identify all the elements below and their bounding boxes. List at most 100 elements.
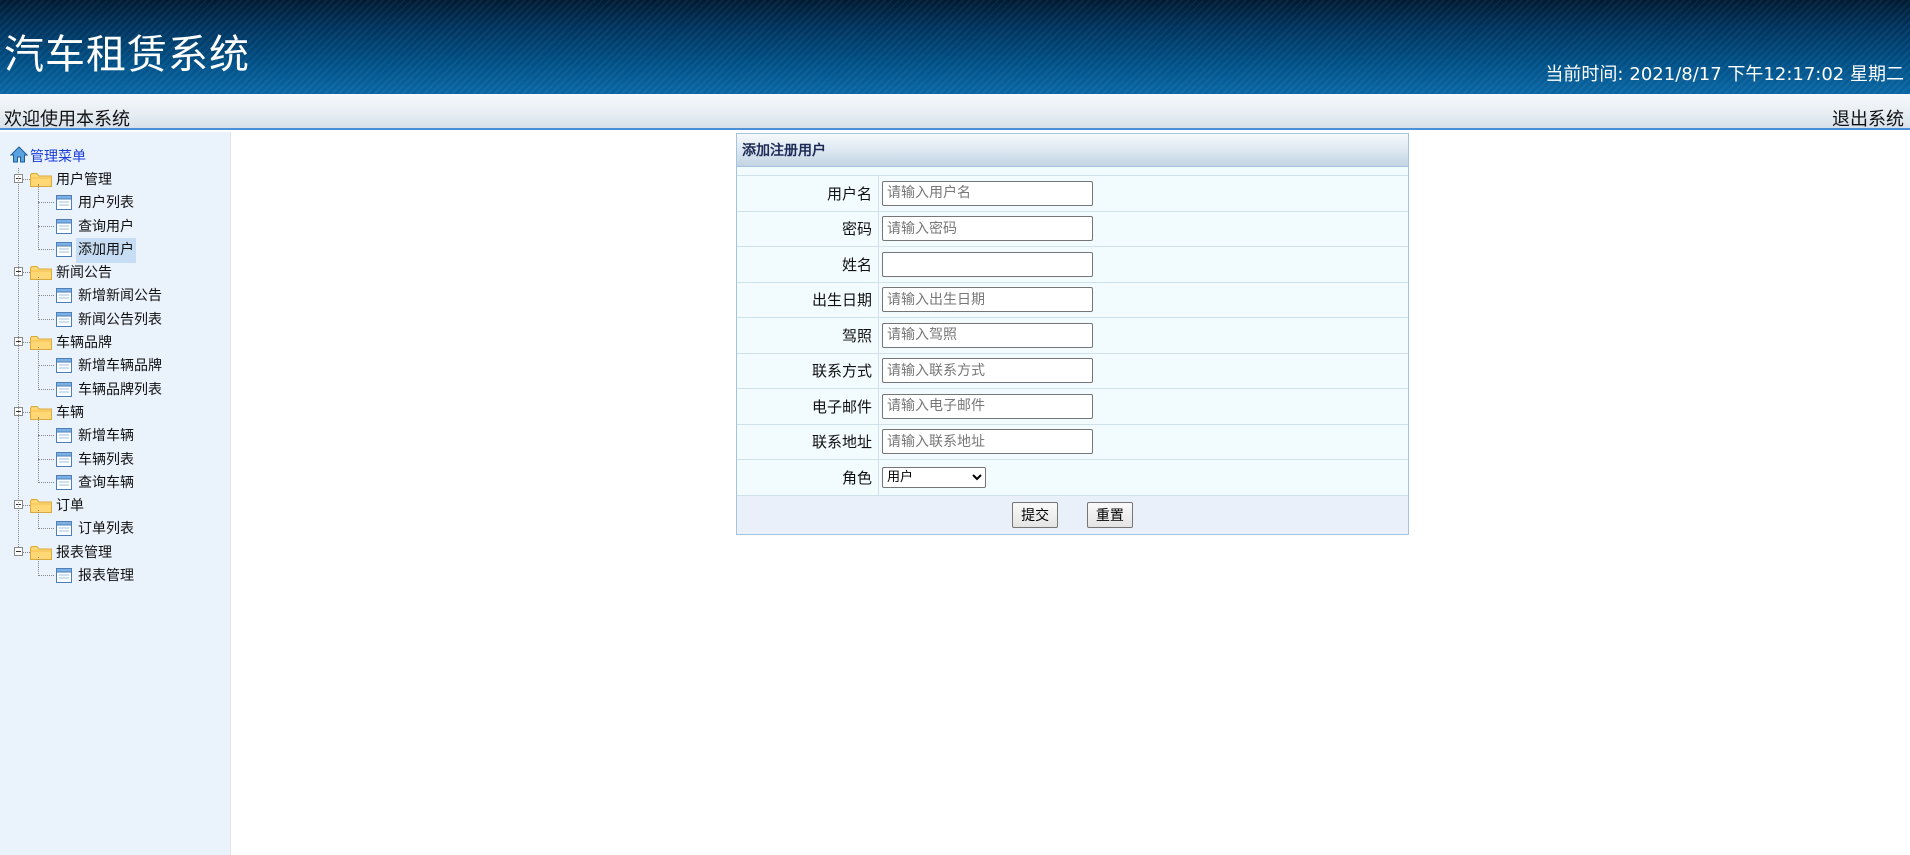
menu-item[interactable]: 添加用户 [10, 237, 136, 263]
menu-group-label: 报表管理 [56, 544, 112, 561]
tree-connector [38, 481, 54, 483]
menu-item-label: 新增新闻公告 [78, 288, 162, 305]
menu-item-label: 车辆品牌列表 [78, 381, 162, 398]
tree-connector [38, 225, 54, 227]
folder-icon [30, 499, 52, 514]
field-input[interactable] [882, 322, 1093, 348]
page-icon [56, 218, 72, 234]
field-cell [878, 388, 1408, 425]
submit-button[interactable]: 提交 [1012, 501, 1059, 528]
tree-guide [38, 184, 39, 250]
form-buttons-cell: 提交 重置 [737, 495, 1408, 534]
page-icon [56, 311, 72, 327]
menu-item[interactable]: 新增车辆 [10, 424, 134, 447]
tree-connector [38, 318, 54, 320]
menu-item[interactable]: 报表管理 [10, 564, 134, 587]
menu-root-label: 管理菜单 [30, 149, 86, 165]
tree-guide [38, 347, 39, 390]
form-row: 出生日期 [737, 282, 1408, 318]
menu-group-label: 车辆品牌 [56, 335, 112, 352]
tree-connector [38, 202, 54, 204]
page-icon [56, 358, 72, 374]
menu-item[interactable]: 新增新闻公告 [10, 284, 162, 307]
form-buttons-row: 提交 重置 [737, 495, 1408, 534]
menu-group-title[interactable]: 报表管理 [10, 541, 112, 564]
field-input[interactable] [882, 251, 1093, 277]
field-label: 联系地址 [737, 424, 879, 460]
role-select[interactable]: 用户 [882, 466, 986, 488]
field-input[interactable] [882, 393, 1093, 419]
menu-group-title[interactable]: 新闻公告 [10, 261, 112, 284]
folder-icon [30, 336, 52, 351]
menu-item-label: 车辆列表 [78, 451, 134, 468]
menu-item[interactable]: 订单列表 [10, 517, 134, 540]
menu-item-label: 新闻公告列表 [78, 311, 162, 328]
panel-spacer [737, 167, 1408, 176]
menu-group-label: 用户管理 [56, 172, 112, 188]
tree-connector [38, 295, 54, 297]
menu-group: 车辆品牌新增车辆品牌 车辆品牌列表 [10, 331, 162, 401]
menu-item-label: 报表管理 [78, 568, 134, 585]
page-icon [56, 474, 72, 490]
menu-group-label: 订单 [56, 498, 84, 515]
page-icon [56, 241, 72, 257]
logout-link[interactable]: 退出系统 [1832, 105, 1904, 131]
menu-item-label: 用户列表 [78, 195, 134, 212]
page-icon [56, 195, 72, 211]
folder-icon [30, 405, 52, 420]
tree-connector [38, 388, 54, 390]
reset-button[interactable]: 重置 [1086, 501, 1133, 528]
tree-guide [38, 277, 39, 320]
page-icon [56, 521, 72, 537]
tree-guide [18, 168, 19, 547]
menu-group: 新闻公告新增新闻公告 新闻公告列表 [10, 261, 162, 331]
menu-item[interactable]: 新闻公告列表 [10, 308, 162, 331]
menu-item[interactable]: 查询车辆 [10, 471, 134, 494]
page-icon [56, 288, 72, 304]
add-user-form: 用户名密码姓名出生日期驾照联系方式电子邮件联系地址 角色 用户 提交 重置 [737, 176, 1408, 534]
field-input[interactable] [882, 358, 1093, 384]
collapse-icon[interactable] [14, 546, 23, 556]
menu-group-title[interactable]: 订单 [10, 494, 86, 517]
tree-guide [38, 556, 39, 577]
field-cell [878, 424, 1408, 460]
home-icon [10, 146, 28, 163]
menu-item-label: 新增车辆 [78, 428, 134, 445]
field-cell [878, 246, 1408, 283]
menu-item[interactable]: 用户列表 [10, 191, 134, 214]
field-input[interactable] [882, 216, 1093, 242]
menu-group-title[interactable]: 车辆 [10, 401, 86, 424]
menu-item[interactable]: 车辆品牌列表 [10, 378, 162, 401]
folder-icon [30, 545, 52, 560]
field-input[interactable] [882, 429, 1093, 455]
field-label: 联系方式 [737, 353, 879, 389]
field-cell [878, 317, 1408, 354]
form-row: 电子邮件 [737, 388, 1408, 425]
tree-connector [38, 248, 54, 250]
menu-item[interactable]: 新增车辆品牌 [10, 354, 162, 377]
menu-group-title[interactable]: 用户管理 [10, 168, 112, 191]
form-row: 姓名 [737, 246, 1408, 283]
tree-connector [23, 411, 30, 413]
menu-root[interactable]: 管理菜单 [10, 146, 86, 168]
menu-item[interactable]: 车辆列表 [10, 448, 134, 471]
field-input[interactable] [882, 180, 1093, 206]
form-row: 驾照 [737, 317, 1408, 354]
app-title: 汽车租赁系统 [4, 32, 250, 78]
role-cell: 用户 [878, 459, 1408, 496]
form-row: 联系地址 [737, 424, 1408, 460]
tree-connector [38, 365, 54, 367]
field-label: 电子邮件 [737, 388, 879, 425]
tree-guide [38, 416, 39, 483]
menu-tree: 管理菜单 用户管理 用户列表 查询用户 添加用户 新闻公告 新增新闻公告 新闻公告列表 车辆品… [10, 146, 162, 588]
menu-group: 报表管理 报表管理 [10, 541, 134, 588]
menu-group-title[interactable]: 车辆品牌 [10, 331, 112, 354]
menu-item[interactable]: 查询用户 [10, 215, 134, 238]
current-time-value: 2021/8/17 下午12:17:02 星期二 [1629, 64, 1904, 85]
form-row: 用户名 [737, 176, 1408, 212]
current-time-label: 当前时间: [1545, 64, 1624, 85]
field-input[interactable] [882, 287, 1093, 313]
menu-item-label: 新增车辆品牌 [78, 358, 162, 375]
menu-groups: 用户管理用户列表查询用户 添加用户新闻公告新增新闻公告 新闻公告列表车辆品牌新增车辆… [10, 168, 162, 588]
menu-group-label: 新闻公告 [56, 265, 112, 282]
